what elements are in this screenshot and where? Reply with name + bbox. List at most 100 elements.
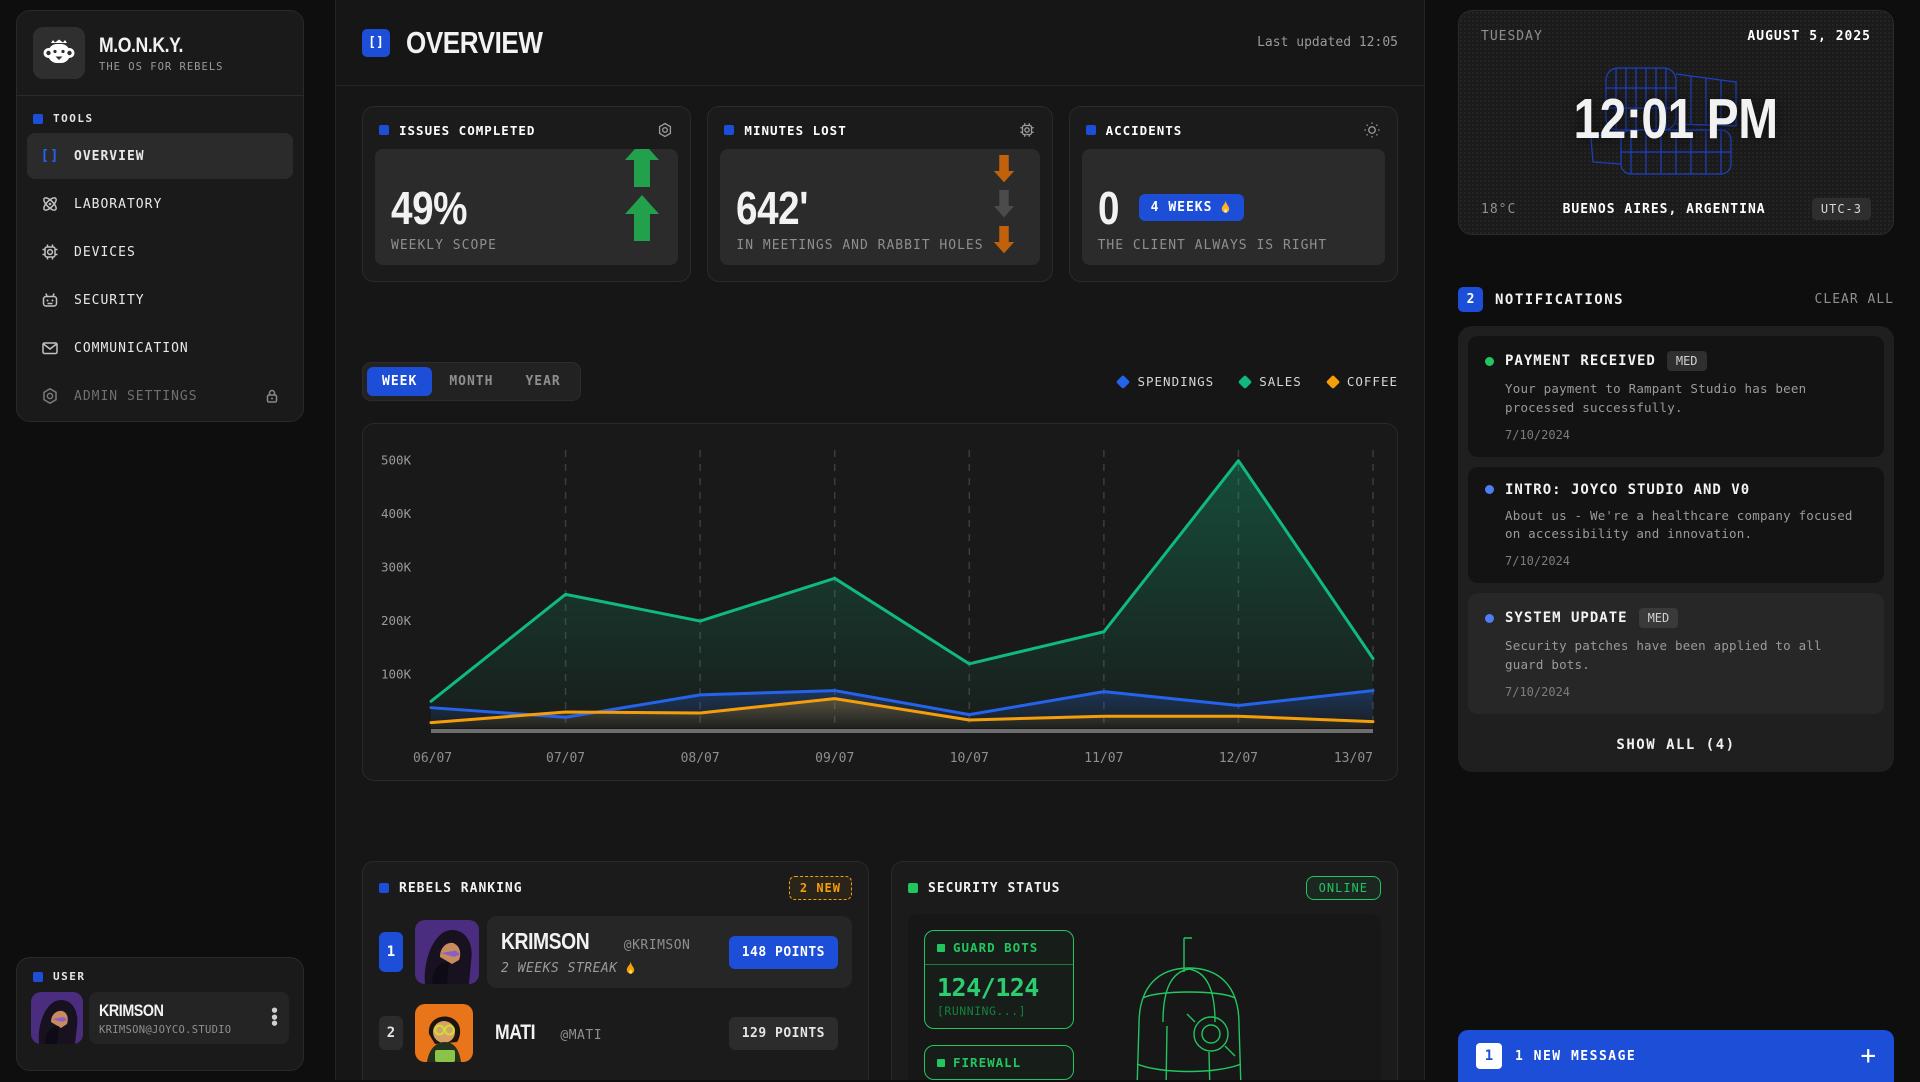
- ranking-row-2[interactable]: 2 MATI: [379, 1004, 852, 1062]
- user-name: KRIMSON: [99, 1001, 231, 1021]
- sidebar-item-devices[interactable]: DEVICES: [27, 229, 293, 275]
- chart-controls: WEEK MONTH YEAR SPENDINGS SALES COFFEE: [362, 362, 1398, 401]
- date-label: AUGUST 5, 2025: [1747, 29, 1871, 44]
- svg-text:300K: 300K: [381, 560, 412, 575]
- svg-text:100K: 100K: [381, 667, 412, 682]
- stat-value: 642': [736, 184, 983, 232]
- svg-text:07/07: 07/07: [546, 751, 585, 766]
- notification-date: 7/10/2024: [1505, 428, 1867, 442]
- stats-row: ISSUES COMPLETED 49% WEEKLY SCOPE: [362, 106, 1398, 282]
- panel-bullet: [908, 883, 918, 893]
- ranking-row-1[interactable]: 1 KRIMSON: [379, 916, 852, 988]
- stat-value: 0: [1098, 184, 1123, 232]
- rebel-name: MATI: [495, 1021, 543, 1044]
- rebel-name: KRIMSON: [501, 928, 606, 954]
- main-panel: [] OVERVIEW Last updated 12:05 ISSUES CO…: [335, 0, 1425, 1080]
- notification-payment[interactable]: PAYMENT RECEIVED MED Your payment to Ram…: [1468, 336, 1884, 457]
- diamond-icon: [1326, 374, 1340, 388]
- sidebar-item-communication[interactable]: COMMUNICATION: [27, 325, 293, 371]
- stat-caption: IN MEETINGS AND RABBIT HOLES: [736, 238, 983, 253]
- notification-system-update[interactable]: SYSTEM UPDATE MED Security patches have …: [1468, 593, 1884, 714]
- online-badge: ONLINE: [1306, 876, 1381, 900]
- status-dot: [1485, 614, 1494, 623]
- tab-year[interactable]: YEAR: [510, 367, 575, 396]
- user-card: USER KRIMSON KRIMSON@JOYCO.STUDIO •••: [16, 957, 304, 1071]
- tab-month[interactable]: MONTH: [434, 367, 508, 396]
- app-title: M.O.N.K.Y.: [99, 34, 223, 58]
- trend-down-arrows: [984, 155, 1024, 253]
- legend-coffee[interactable]: COFFEE: [1328, 374, 1398, 389]
- avatar: [415, 1004, 473, 1062]
- status-dot: [1485, 357, 1494, 366]
- avatar: [31, 992, 83, 1044]
- sidebar: M.O.N.K.Y. THE OS FOR REBELS TOOLS [] OV…: [16, 10, 304, 422]
- stat-title: ISSUES COMPLETED: [399, 123, 535, 138]
- stat-card-accidents: ACCIDENTS 0 4 WEEKS: [1069, 106, 1398, 282]
- cog-settings-icon[interactable]: [1363, 121, 1381, 139]
- notification-count-badge: 2: [1458, 287, 1483, 312]
- weekday-label: TUESDAY: [1481, 29, 1543, 44]
- page-header: [] OVERVIEW Last updated 12:05: [336, 0, 1424, 86]
- svg-text:400K: 400K: [381, 506, 412, 521]
- diamond-icon: [1116, 374, 1130, 388]
- priority-badge: MED: [1639, 608, 1679, 628]
- priority-badge: MED: [1667, 351, 1707, 371]
- legend-sales[interactable]: SALES: [1240, 374, 1302, 389]
- notification-body: Security patches have been applied to al…: [1505, 637, 1867, 675]
- notifications-header: 2 NOTIFICATIONS CLEAR ALL: [1458, 287, 1894, 312]
- trend-up-arrows: [622, 149, 662, 253]
- range-tabs: WEEK MONTH YEAR: [362, 362, 581, 401]
- notification-date: 7/10/2024: [1505, 685, 1867, 699]
- sidebar-item-admin-settings[interactable]: ADMIN SETTINGS: [27, 373, 293, 419]
- svg-text:09/07: 09/07: [815, 751, 854, 766]
- rank-number: 2: [379, 1016, 403, 1050]
- chip-icon: [39, 242, 61, 262]
- guard-robot-graphic: [1091, 928, 1291, 1080]
- notification-body: Your payment to Rampant Studio has been …: [1505, 380, 1867, 418]
- tools-section-label: TOOLS: [33, 112, 287, 125]
- points-badge: 129 POINTS: [729, 1017, 838, 1050]
- new-message-bar[interactable]: 1 1 NEW MESSAGE +: [1458, 1030, 1894, 1082]
- clock-widget: TUESDAY AUGUST 5, 2025 12:01 PM 18°C BUE…: [1458, 10, 1894, 235]
- robot-icon: [39, 290, 61, 310]
- firewall-panel: FIREWALL: [924, 1045, 1074, 1080]
- message-label: 1 NEW MESSAGE: [1515, 1049, 1636, 1064]
- last-updated: Last updated 12:05: [1257, 35, 1398, 50]
- notification-body: About us - We're a healthcare company fo…: [1505, 507, 1867, 545]
- notification-intro[interactable]: INTRO: JOYCO STUDIO AND V0 About us - We…: [1468, 467, 1884, 584]
- rebel-handle: @KRIMSON: [624, 938, 691, 953]
- logo: M.O.N.K.Y. THE OS FOR REBELS: [17, 11, 303, 96]
- plus-icon[interactable]: +: [1860, 1043, 1876, 1069]
- streak-label: 2 WEEKS STREAK: [501, 961, 690, 976]
- sidebar-item-laboratory[interactable]: LABORATORY: [27, 181, 293, 227]
- brackets-icon: []: [362, 29, 390, 57]
- status-dot: [1485, 485, 1494, 494]
- notifications-title: NOTIFICATIONS: [1495, 292, 1624, 308]
- kebab-menu-icon[interactable]: •••: [270, 1008, 279, 1028]
- weeks-badge: 4 WEEKS: [1139, 194, 1245, 221]
- svg-text:13/07: 13/07: [1334, 751, 1373, 766]
- app-subtitle: THE OS FOR REBELS: [99, 61, 223, 73]
- stat-bullet: [724, 125, 734, 135]
- show-all-button[interactable]: SHOW ALL (4): [1468, 724, 1884, 762]
- atom-icon: [39, 194, 61, 214]
- sidebar-item-security[interactable]: SECURITY: [27, 277, 293, 323]
- stat-bullet: [1086, 125, 1096, 135]
- temperature-label: 18°C: [1481, 202, 1516, 217]
- location-label: BUENOS AIRES, ARGENTINA: [1516, 202, 1812, 217]
- fire-icon: [1219, 200, 1232, 215]
- tab-week[interactable]: WEEK: [367, 367, 432, 396]
- svg-text:12/07: 12/07: [1219, 751, 1258, 766]
- sidebar-item-overview[interactable]: [] OVERVIEW: [27, 133, 293, 179]
- timezone-badge: UTC-3: [1812, 198, 1871, 220]
- settings-icon[interactable]: [656, 121, 674, 139]
- user-email: KRIMSON@JOYCO.STUDIO: [99, 1024, 231, 1036]
- stat-caption: WEEKLY SCOPE: [391, 238, 622, 253]
- stat-card-minutes: MINUTES LOST 642' IN MEETINGS AND RABBIT…: [707, 106, 1052, 282]
- stat-bullet: [379, 125, 389, 135]
- avatar: [415, 920, 479, 984]
- chip-settings-icon[interactable]: [1018, 121, 1036, 139]
- svg-text:11/07: 11/07: [1084, 751, 1123, 766]
- clear-all-button[interactable]: CLEAR ALL: [1815, 292, 1894, 307]
- legend-spendings[interactable]: SPENDINGS: [1118, 374, 1214, 389]
